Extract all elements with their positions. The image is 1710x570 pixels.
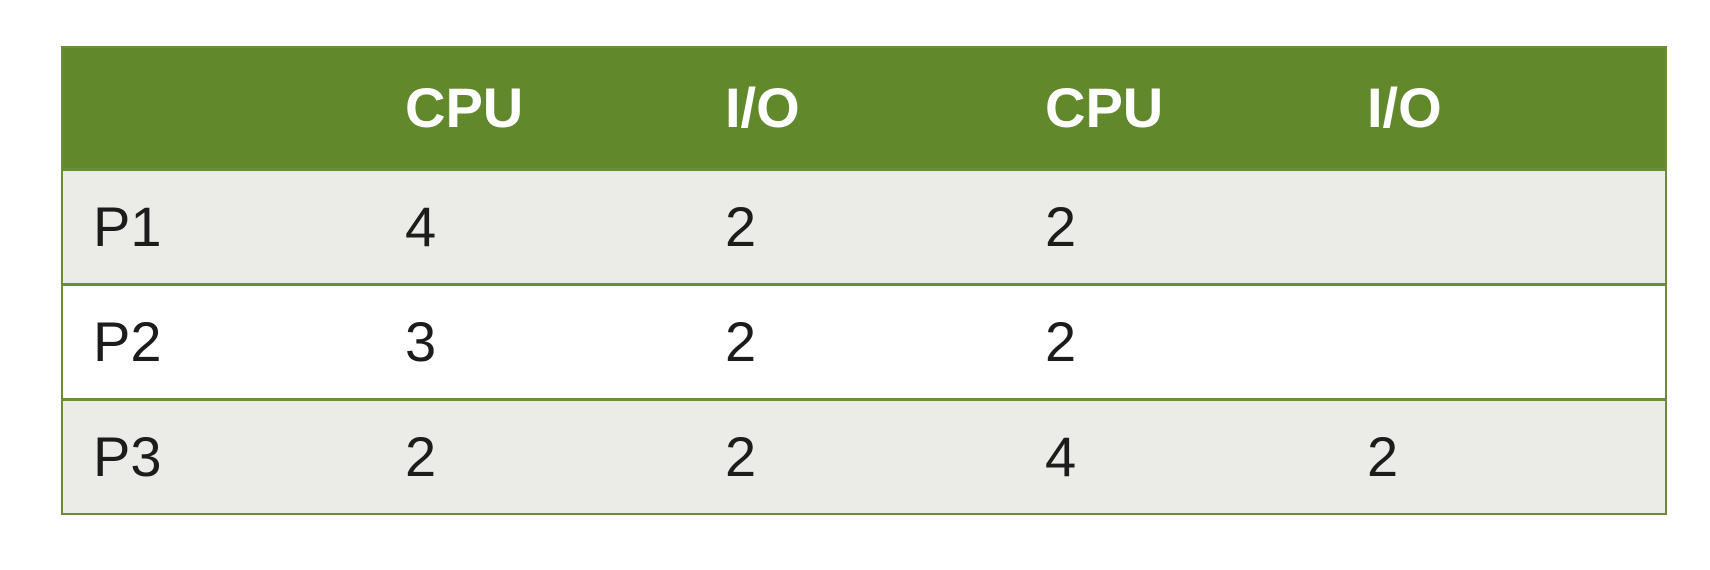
table-header: CPU I/O CPU I/O <box>62 47 1666 169</box>
cell-p3-cpu-1: 2 <box>405 397 725 514</box>
header-cell-io-1: I/O <box>725 76 800 140</box>
cell-p2-io-1: 2 <box>725 282 1045 399</box>
cell-p2-cpu-1: 3 <box>405 282 725 399</box>
row-label-p3: P3 <box>62 397 405 514</box>
header-cell-cpu-2: CPU <box>1045 76 1164 140</box>
cell-p3-io-1: 2 <box>725 397 1045 514</box>
table-row: P2 3 2 2 <box>62 282 1666 399</box>
process-burst-table: CPU I/O CPU I/O P1 4 2 2 P2 3 2 2 P3 2 2… <box>61 46 1667 515</box>
row-label-p2: P2 <box>62 282 405 399</box>
cell-p1-io-1: 2 <box>725 167 1045 284</box>
cell-p3-cpu-2: 4 <box>1045 397 1367 514</box>
cell-p3-io-2: 2 <box>1367 397 1666 514</box>
cell-p2-io-2 <box>1367 282 1666 399</box>
cell-p1-cpu-1: 4 <box>405 167 725 284</box>
table-body: P1 4 2 2 P2 3 2 2 P3 2 2 4 2 <box>62 167 1666 514</box>
cell-p2-cpu-2: 2 <box>1045 282 1367 399</box>
table-row: P3 2 2 4 2 <box>62 397 1666 514</box>
cell-p1-cpu-2: 2 <box>1045 167 1367 284</box>
header-cell-cpu-1: CPU <box>405 76 524 140</box>
header-cell-process <box>62 47 405 169</box>
header-row: CPU I/O CPU I/O <box>62 47 1666 169</box>
row-label-p1: P1 <box>62 167 405 284</box>
cell-p1-io-2 <box>1367 167 1666 284</box>
header-cell-io-2: I/O <box>1367 76 1442 140</box>
table-row: P1 4 2 2 <box>62 167 1666 284</box>
